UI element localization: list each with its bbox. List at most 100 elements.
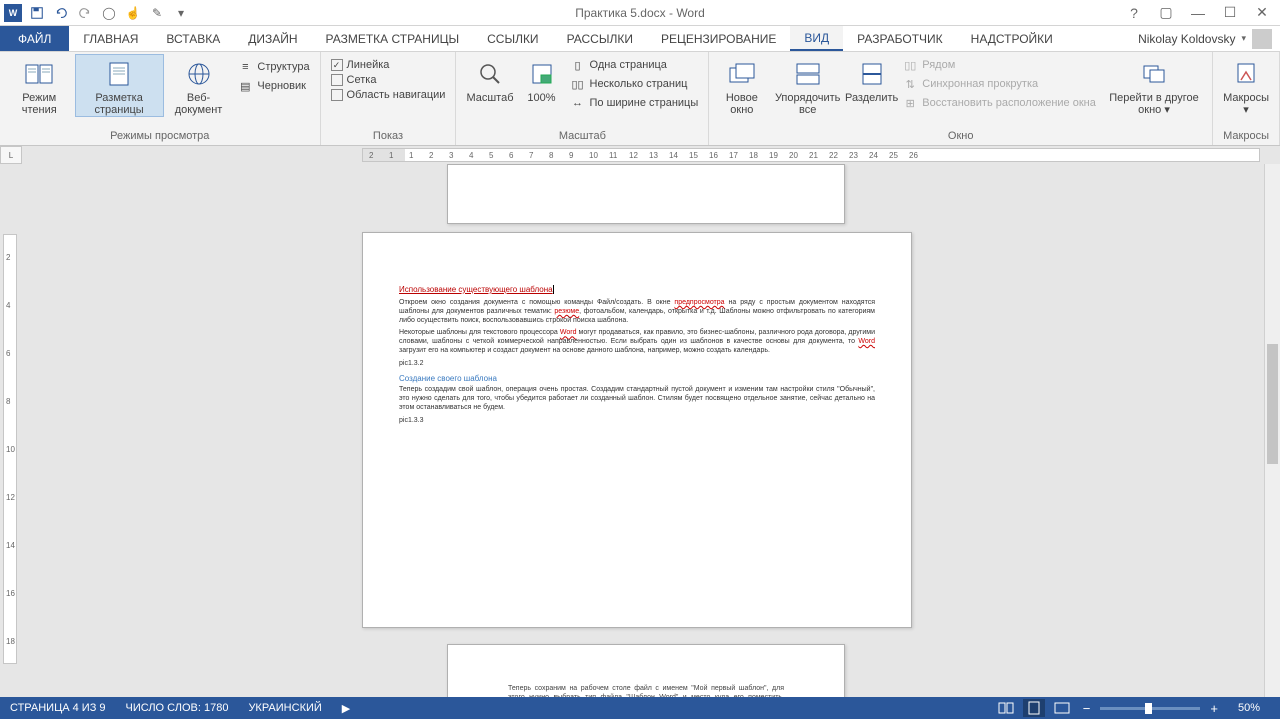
checkbox-icon — [331, 74, 343, 86]
side-by-side-icon: ▯▯ — [902, 57, 918, 73]
switch-windows-button[interactable]: Перейти в другое окно ▾ — [1102, 54, 1206, 116]
undo-icon[interactable] — [52, 4, 70, 22]
doc-paragraph: Откроем окно создания документа с помощь… — [399, 299, 875, 325]
zoom-button[interactable]: Масштаб — [462, 54, 517, 104]
group-show-label: Показ — [327, 128, 450, 145]
multi-page-button[interactable]: ▯▯Несколько страниц — [566, 75, 703, 93]
ruler-checkbox[interactable]: ✓Линейка — [327, 58, 450, 72]
status-macro-icon[interactable]: ▶ — [332, 702, 360, 715]
web-layout-button[interactable]: Веб-документ — [166, 54, 232, 116]
page-previous — [447, 164, 845, 224]
qat-customize-icon[interactable]: ▾ — [172, 4, 190, 22]
outline-button[interactable]: ≡Структура — [233, 58, 313, 76]
save-icon[interactable] — [28, 4, 46, 22]
tab-insert[interactable]: ВСТАВКА — [152, 26, 234, 51]
ruler-corner[interactable]: L — [0, 146, 22, 164]
tab-addins[interactable]: НАДСТРОЙКИ — [957, 26, 1067, 51]
tab-references[interactable]: ССЫЛКИ — [473, 26, 552, 51]
status-language[interactable]: УКРАИНСКИЙ — [238, 702, 331, 714]
print-layout-button[interactable]: Разметка страницы — [75, 54, 164, 117]
side-by-side-button[interactable]: ▯▯Рядом — [898, 56, 1100, 74]
checkbox-checked-icon: ✓ — [331, 59, 343, 71]
status-words[interactable]: ЧИСЛО СЛОВ: 1780 — [116, 702, 239, 714]
maximize-icon[interactable]: ☐ — [1220, 3, 1240, 23]
redo-icon[interactable] — [76, 4, 94, 22]
tab-developer[interactable]: РАЗРАБОТЧИК — [843, 26, 957, 51]
zoom-slider[interactable] — [1100, 707, 1200, 710]
tab-home[interactable]: ГЛАВНАЯ — [69, 26, 152, 51]
user-name[interactable]: Nikolay Koldovsky — [1138, 32, 1235, 46]
doc-paragraph: Теперь сохраним на рабочем столе файл с … — [508, 685, 784, 697]
checkbox-icon — [331, 89, 343, 101]
ribbon: Режим чтения Разметка страницы Веб-докум… — [0, 52, 1280, 146]
zoom-100-button[interactable]: 100% — [520, 54, 564, 104]
zoom-100-icon — [526, 58, 558, 90]
group-macros-label: Макросы — [1219, 128, 1273, 145]
group-window: Новое окно Упорядочить все Разделить ▯▯Р… — [709, 52, 1213, 145]
switch-windows-icon — [1138, 58, 1170, 90]
group-macros: Макросы▾ Макросы — [1213, 52, 1280, 145]
doc-pic-ref: pic1.3.3 — [399, 417, 875, 426]
read-mode-button[interactable]: Режим чтения — [6, 54, 73, 116]
view-print-icon[interactable] — [1023, 699, 1045, 717]
document-pages[interactable]: Использование существующего шаблона Откр… — [22, 164, 1280, 697]
view-read-icon[interactable] — [995, 699, 1017, 717]
zoom-level[interactable]: 50% — [1228, 702, 1270, 714]
arrange-all-icon — [792, 58, 824, 90]
page-width-button[interactable]: ↔По ширине страницы — [566, 94, 703, 112]
touch-mode-icon[interactable]: ☝ — [124, 4, 142, 22]
zoom-out-button[interactable]: − — [1079, 701, 1095, 716]
avatar[interactable] — [1252, 29, 1272, 49]
document-area: 24681012141618 Использование существующе… — [0, 164, 1280, 697]
zoom-in-button[interactable]: + — [1206, 701, 1222, 716]
view-web-icon[interactable] — [1051, 699, 1073, 717]
zoom-slider-thumb[interactable] — [1145, 703, 1152, 714]
group-views: Режим чтения Разметка страницы Веб-докум… — [0, 52, 321, 145]
print-layout-icon — [103, 58, 135, 90]
group-zoom-label: Масштаб — [462, 128, 702, 145]
doc-paragraph: Теперь создадим свой шаблон, операция оч… — [399, 386, 875, 412]
split-button[interactable]: Разделить — [847, 54, 896, 104]
page-current[interactable]: Использование существующего шаблона Откр… — [362, 232, 912, 628]
grid-checkbox[interactable]: Сетка — [327, 73, 450, 87]
status-page[interactable]: СТРАНИЦА 4 ИЗ 9 — [0, 702, 116, 714]
minimize-icon[interactable]: — — [1188, 3, 1208, 23]
one-page-button[interactable]: ▯Одна страница — [566, 56, 703, 74]
nav-pane-checkbox[interactable]: Область навигации — [327, 88, 450, 102]
tab-layout[interactable]: РАЗМЕТКА СТРАНИЦЫ — [312, 26, 474, 51]
qat-icon-1[interactable]: ◯ — [100, 4, 118, 22]
group-show: ✓Линейка Сетка Область навигации Показ — [321, 52, 457, 145]
horizontal-ruler[interactable]: 2112345678910111213141516171819202122232… — [22, 146, 1280, 164]
reset-position-icon: ⊞ — [902, 95, 918, 111]
macros-button[interactable]: Макросы▾ — [1219, 54, 1273, 116]
scrollbar-thumb[interactable] — [1267, 344, 1278, 464]
page-width-icon: ↔ — [570, 95, 586, 111]
reset-position-button[interactable]: ⊞Восстановить расположение окна — [898, 94, 1100, 112]
qat-brush-icon[interactable]: ✎ — [148, 4, 166, 22]
tab-mailings[interactable]: РАССЫЛКИ — [553, 26, 647, 51]
ribbon-options-icon[interactable]: ▢ — [1156, 3, 1176, 23]
draft-button[interactable]: ▤Черновик — [233, 77, 313, 95]
status-bar: СТРАНИЦА 4 ИЗ 9 ЧИСЛО СЛОВ: 1780 УКРАИНС… — [0, 697, 1280, 719]
group-window-label: Окно — [715, 128, 1206, 145]
sync-scroll-icon: ⇅ — [902, 76, 918, 92]
vertical-ruler[interactable]: 24681012141618 — [0, 164, 22, 697]
tab-review[interactable]: РЕЦЕНЗИРОВАНИЕ — [647, 26, 790, 51]
ribbon-tabs: ФАЙЛ ГЛАВНАЯ ВСТАВКА ДИЗАЙН РАЗМЕТКА СТР… — [0, 26, 1280, 52]
page-next: Теперь сохраним на рабочем столе файл с … — [447, 644, 845, 697]
macros-icon — [1230, 58, 1262, 90]
tab-view[interactable]: ВИД — [790, 26, 843, 51]
zoom-icon — [474, 58, 506, 90]
word-app-icon: W — [4, 4, 22, 22]
new-window-button[interactable]: Новое окно — [715, 54, 768, 116]
vertical-scrollbar[interactable] — [1264, 164, 1280, 697]
help-icon[interactable]: ? — [1124, 3, 1144, 23]
user-dropdown-icon[interactable]: ▾ — [1241, 33, 1246, 44]
tab-design[interactable]: ДИЗАЙН — [234, 26, 311, 51]
doc-heading-2: Создание своего шаблона — [399, 374, 875, 384]
close-icon[interactable]: ✕ — [1252, 3, 1272, 23]
tab-file[interactable]: ФАЙЛ — [0, 26, 69, 51]
arrange-all-button[interactable]: Упорядочить все — [770, 54, 845, 116]
sync-scroll-button[interactable]: ⇅Синхронная прокрутка — [898, 75, 1100, 93]
doc-paragraph: Некоторые шаблоны для текстового процесс… — [399, 329, 875, 355]
